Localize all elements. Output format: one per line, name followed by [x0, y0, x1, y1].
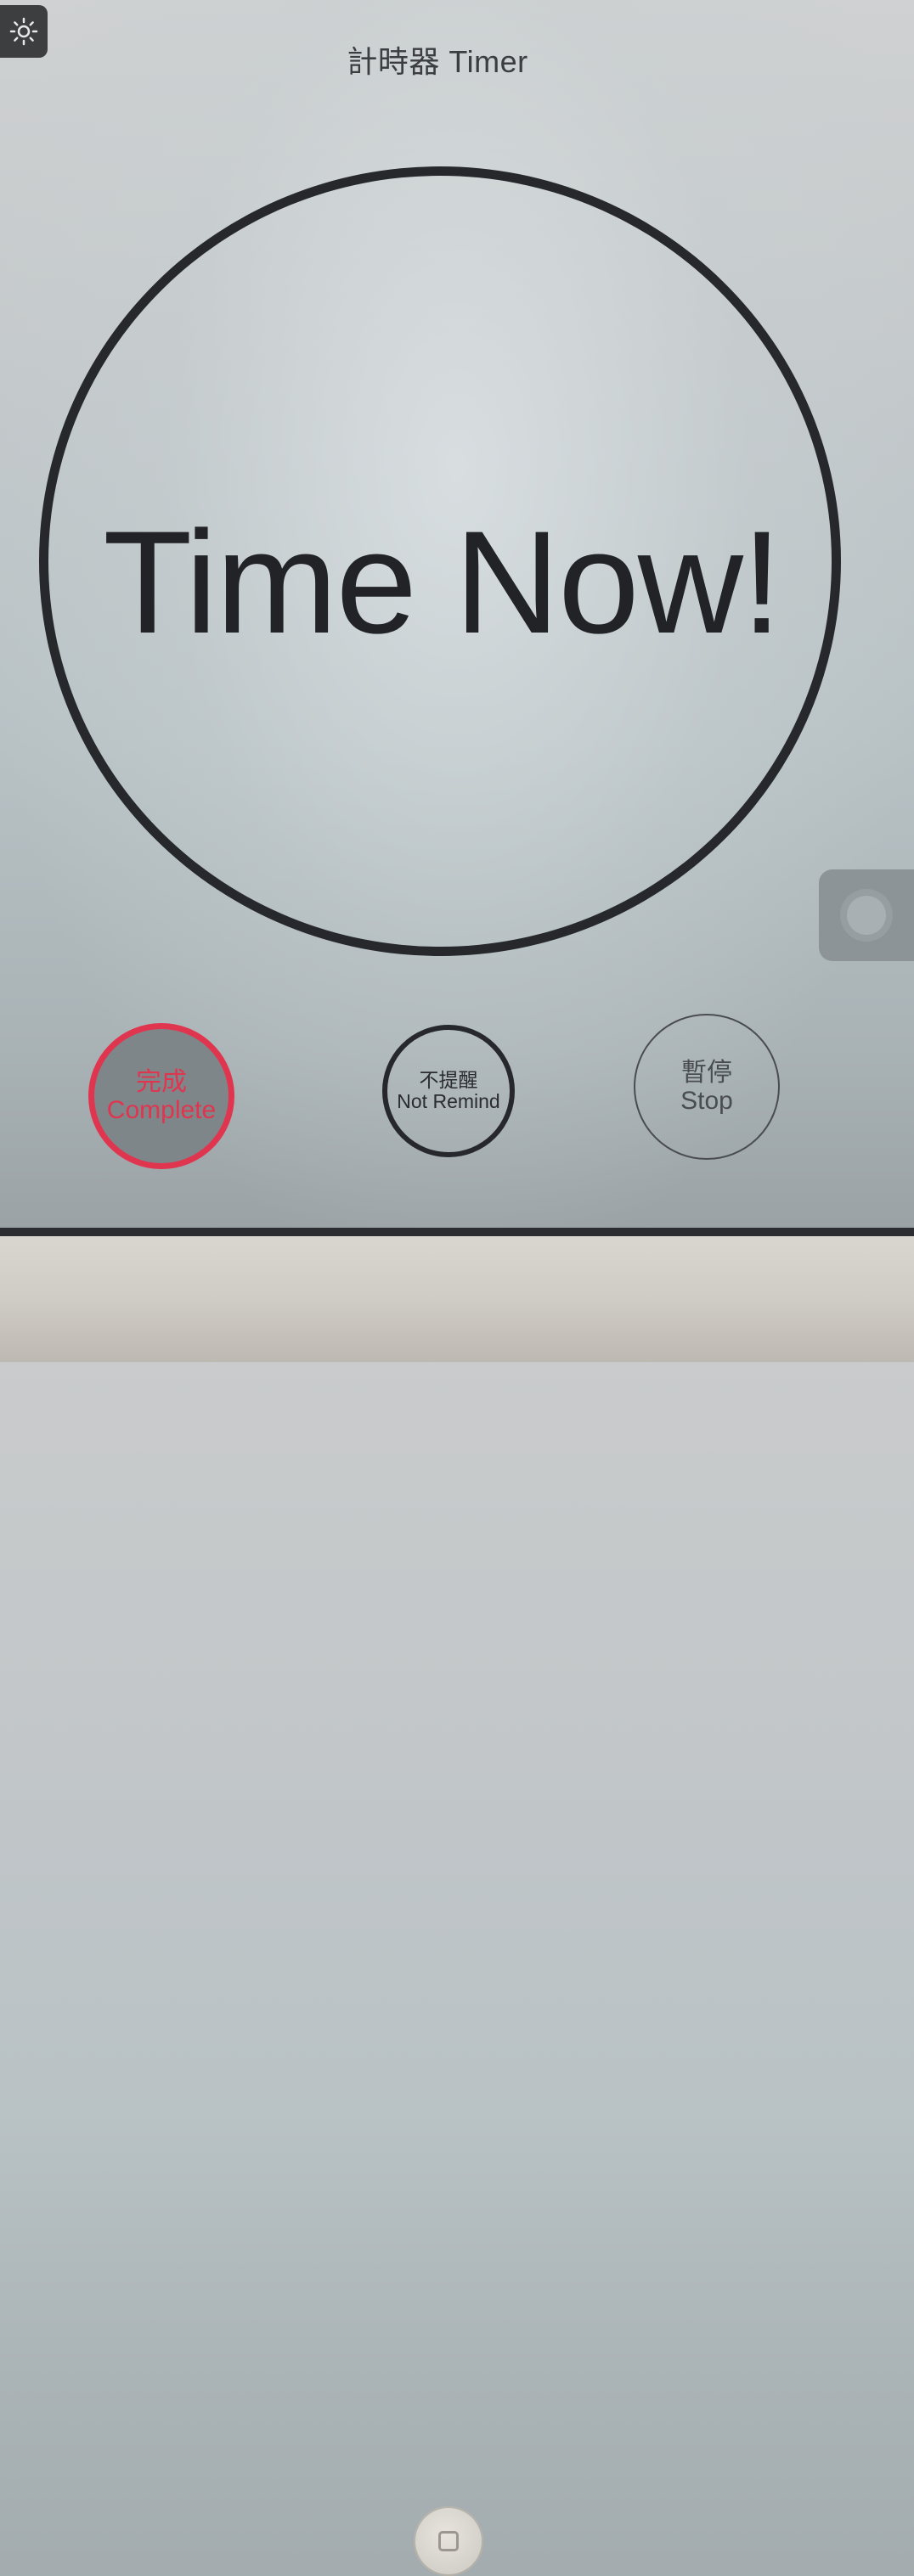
timer-display: Time Now! [103, 501, 782, 664]
not-remind-label-zh: 不提醒 [419, 1068, 478, 1091]
stop-label-zh: 暫停 [681, 1059, 732, 1087]
stop-button[interactable]: 暫停 Stop [634, 1014, 780, 1160]
home-square-icon [438, 2531, 459, 2551]
home-button[interactable] [414, 2506, 483, 2576]
screen-border [0, 1228, 914, 1236]
not-remind-button[interactable]: 不提醒 Not Remind [382, 1025, 515, 1157]
device-bezel [0, 1236, 914, 2576]
assistive-touch-button[interactable] [819, 869, 914, 961]
app-screen: 計時器 Timer Time Now! 完成 Complete 不提醒 Not … [0, 0, 914, 1233]
stop-label-en: Stop [680, 1087, 733, 1115]
page-title: 計時器 Timer [347, 44, 528, 79]
complete-label-en: Complete [106, 1096, 217, 1124]
complete-label-zh: 完成 [136, 1068, 187, 1096]
complete-button[interactable]: 完成 Complete [88, 1023, 234, 1169]
not-remind-label-en: Not Remind [397, 1090, 500, 1112]
assistive-touch-icon [847, 896, 886, 935]
